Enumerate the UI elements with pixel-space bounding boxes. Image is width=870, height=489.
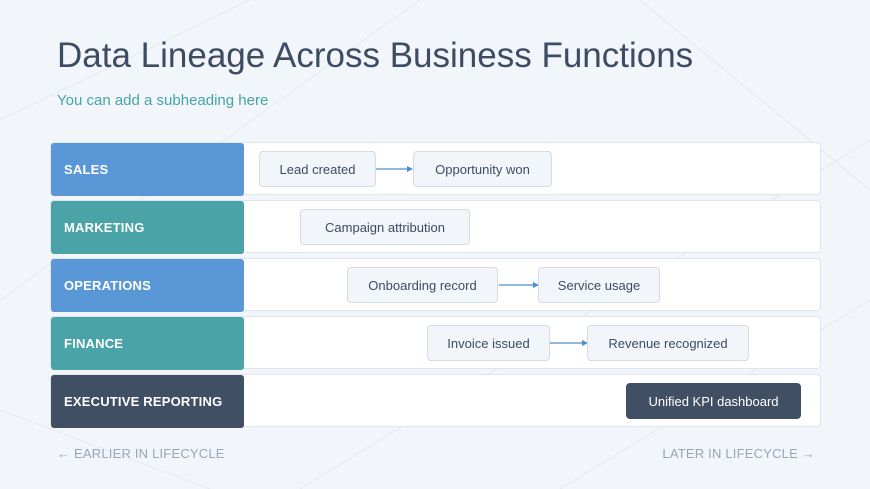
step-revenue-recognized: Revenue recognized: [587, 325, 749, 361]
lane-sales: SALES Lead created Opportunity won: [50, 142, 821, 196]
step-campaign-attribution: Campaign attribution: [300, 209, 470, 245]
footer-earlier-lifecycle: ← EARLIER IN LIFECYCLE: [57, 446, 225, 461]
step-unified-kpi-dashboard: Unified KPI dashboard: [626, 383, 801, 419]
step-invoice-issued: Invoice issued: [427, 325, 550, 361]
lane-finance: FINANCE Invoice issued Revenue recognize…: [50, 316, 821, 370]
lane-executive-reporting: EXECUTIVE REPORTING Unified KPI dashboar…: [50, 374, 821, 428]
lane-label-finance: FINANCE: [51, 317, 244, 370]
step-service-usage: Service usage: [538, 267, 660, 303]
lane-label-sales: SALES: [51, 143, 244, 196]
lane-label-marketing: MARKETING: [51, 201, 244, 254]
page-title: Data Lineage Across Business Functions: [57, 36, 694, 75]
lane-label-operations: OPERATIONS: [51, 259, 244, 312]
page-subtitle: You can add a subheading here: [57, 92, 269, 109]
arrow-icon: [550, 340, 588, 346]
step-lead-created: Lead created: [259, 151, 376, 187]
arrow-icon: [499, 282, 539, 288]
lane-operations: OPERATIONS Onboarding record Service usa…: [50, 258, 821, 312]
step-opportunity-won: Opportunity won: [413, 151, 552, 187]
step-onboarding-record: Onboarding record: [347, 267, 498, 303]
lane-marketing: MARKETING Campaign attribution: [50, 200, 821, 254]
footer-later-lifecycle: LATER IN LIFECYCLE →: [662, 446, 815, 461]
lane-label-executive-reporting: EXECUTIVE REPORTING: [51, 375, 244, 428]
arrow-icon: [376, 166, 413, 172]
